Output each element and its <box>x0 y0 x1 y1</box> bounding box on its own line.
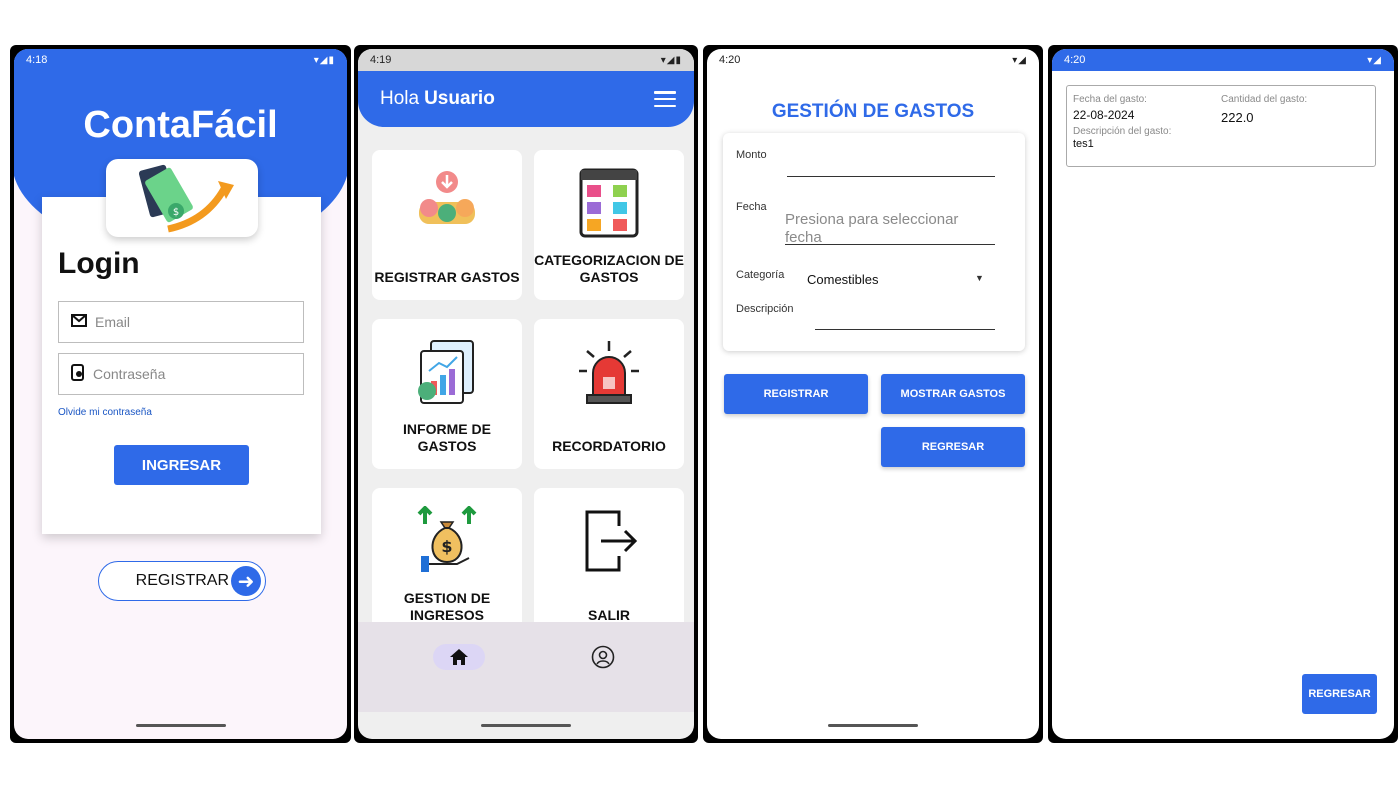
tile-salir[interactable]: SALIR <box>534 488 684 638</box>
password-field[interactable]: Contraseña <box>58 353 304 395</box>
menu-header: Hola Usuario <box>358 71 694 127</box>
register-button-label: REGISTRAR <box>135 572 229 589</box>
exit-door-icon <box>579 506 639 576</box>
user-name: Usuario <box>424 88 495 109</box>
expense-form-phone: 4:20 ▾◢ GESTIÓN DE GASTOS Monto Fecha Pr… <box>703 45 1043 743</box>
description-label: Descripción del gasto: <box>1073 126 1172 137</box>
tile-label: CATEGORIZACION DE GASTOS <box>534 252 684 285</box>
profile-icon[interactable] <box>590 644 616 670</box>
amount-label: Monto <box>736 149 767 161</box>
date-picker-field[interactable]: Presiona para seleccionar fecha <box>785 211 985 247</box>
bottom-navigation <box>358 622 694 712</box>
login-screen: 4:18 ▾◢▮ ContaFácil $ Login Email Contra… <box>14 49 347 739</box>
description-label: Descripción <box>736 303 794 315</box>
tile-gestion-ingresos[interactable]: $ GESTION DE INGRESOS <box>372 488 522 638</box>
tile-label: RECORDATORIO <box>552 438 666 454</box>
app-brand-title: ContaFácil <box>83 104 278 146</box>
expense-description: tes1 <box>1073 138 1094 150</box>
page-title: GESTIÓN DE GASTOS <box>771 101 975 122</box>
expense-list-phone: 4:20 ▾◢ Fecha del gasto: 22-08-2024 Cant… <box>1048 45 1398 743</box>
expense-amount: 222.0 <box>1221 110 1254 125</box>
signal-battery-icon: ▾◢▮ <box>313 54 335 66</box>
greeting: Hola <box>380 88 420 109</box>
list-item[interactable]: Fecha del gasto: 22-08-2024 Cantidad del… <box>1066 85 1376 167</box>
forgot-password-link[interactable]: Olvide mi contraseña <box>58 407 152 418</box>
description-input[interactable] <box>815 329 995 330</box>
dropdown-caret-icon[interactable]: ▼ <box>975 273 984 283</box>
signal-icon: ▾◢ <box>1367 54 1382 66</box>
gesture-bar <box>828 724 918 727</box>
gesture-bar <box>481 724 571 727</box>
money-bag-hand-icon: $ <box>417 505 477 576</box>
home-icon[interactable] <box>433 644 485 670</box>
money-coins-icon <box>417 168 477 238</box>
gesture-bar <box>135 724 226 727</box>
status-bar: 4:19 ▾◢▮ <box>358 49 694 71</box>
expense-list-screen: 4:20 ▾◢ Fecha del gasto: 22-08-2024 Cant… <box>1052 49 1394 739</box>
status-bar: 4:20 ▾◢ <box>1052 49 1394 71</box>
svg-text:$: $ <box>441 537 452 556</box>
back-button[interactable]: REGRESAR <box>1302 674 1377 714</box>
envelope-icon <box>71 314 87 330</box>
report-chart-icon <box>417 337 477 407</box>
signal-battery-icon: ▾◢▮ <box>660 54 682 66</box>
register-button[interactable]: REGISTRAR ➜ <box>98 561 266 601</box>
login-title: Login <box>58 247 140 280</box>
menu-screen: 4:19 ▾◢▮ Hola Usuario REGISTRAR GASTOS C… <box>358 49 694 739</box>
category-label: Categoría <box>736 269 785 281</box>
date-label: Fecha <box>736 201 767 213</box>
status-time: 4:18 <box>26 54 48 66</box>
email-field[interactable]: Email <box>58 301 304 343</box>
arrow-right-icon: ➜ <box>231 566 261 596</box>
tile-registrar-gastos[interactable]: REGISTRAR GASTOS <box>372 150 522 300</box>
register-expense-button[interactable]: REGISTRAR <box>724 374 868 414</box>
tile-informe-gastos[interactable]: INFORME DE GASTOS <box>372 319 522 469</box>
tile-recordatorio[interactable]: RECORDATORIO <box>534 319 684 469</box>
status-time: 4:20 <box>719 54 741 66</box>
date-underline <box>785 244 995 245</box>
status-bar: 4:18 ▾◢▮ <box>14 49 347 71</box>
expense-date: 22-08-2024 <box>1073 108 1135 122</box>
tile-label: REGISTRAR GASTOS <box>374 269 520 285</box>
login-phone: 4:18 ▾◢▮ ContaFácil $ Login Email Contra… <box>10 45 351 743</box>
alarm-siren-icon <box>579 337 639 407</box>
expense-form-card: Monto Fecha Presiona para seleccionar fe… <box>723 133 1025 351</box>
email-placeholder: Email <box>95 314 131 330</box>
phone-lock-icon <box>71 364 85 384</box>
status-time: 4:19 <box>370 54 392 66</box>
status-time: 4:20 <box>1064 54 1086 66</box>
hamburger-menu-icon[interactable] <box>654 91 676 107</box>
menu-phone: 4:19 ▾◢▮ Hola Usuario REGISTRAR GASTOS C… <box>354 45 698 743</box>
signal-icon: ▾◢ <box>1012 54 1027 66</box>
app-logo: $ <box>106 159 258 237</box>
back-button[interactable]: REGRESAR <box>881 427 1025 467</box>
status-bar: 4:20 ▾◢ <box>707 49 1039 71</box>
show-expenses-button[interactable]: MOSTRAR GASTOS <box>881 374 1025 414</box>
amount-label: Cantidad del gasto: <box>1221 94 1308 105</box>
tile-label: INFORME DE GASTOS <box>403 421 491 454</box>
expense-form-screen: 4:20 ▾◢ GESTIÓN DE GASTOS Monto Fecha Pr… <box>707 49 1039 739</box>
amount-input[interactable] <box>787 176 995 177</box>
categories-board-icon <box>579 168 639 238</box>
password-placeholder: Contraseña <box>93 366 166 382</box>
tile-label: GESTION DE INGRESOS <box>403 590 491 623</box>
login-button[interactable]: INGRESAR <box>114 445 249 485</box>
category-select[interactable]: Comestibles <box>807 272 879 287</box>
tile-categorizacion-gastos[interactable]: CATEGORIZACION DE GASTOS <box>534 150 684 300</box>
date-label: Fecha del gasto: <box>1073 94 1147 105</box>
svg-text:$: $ <box>173 207 179 218</box>
